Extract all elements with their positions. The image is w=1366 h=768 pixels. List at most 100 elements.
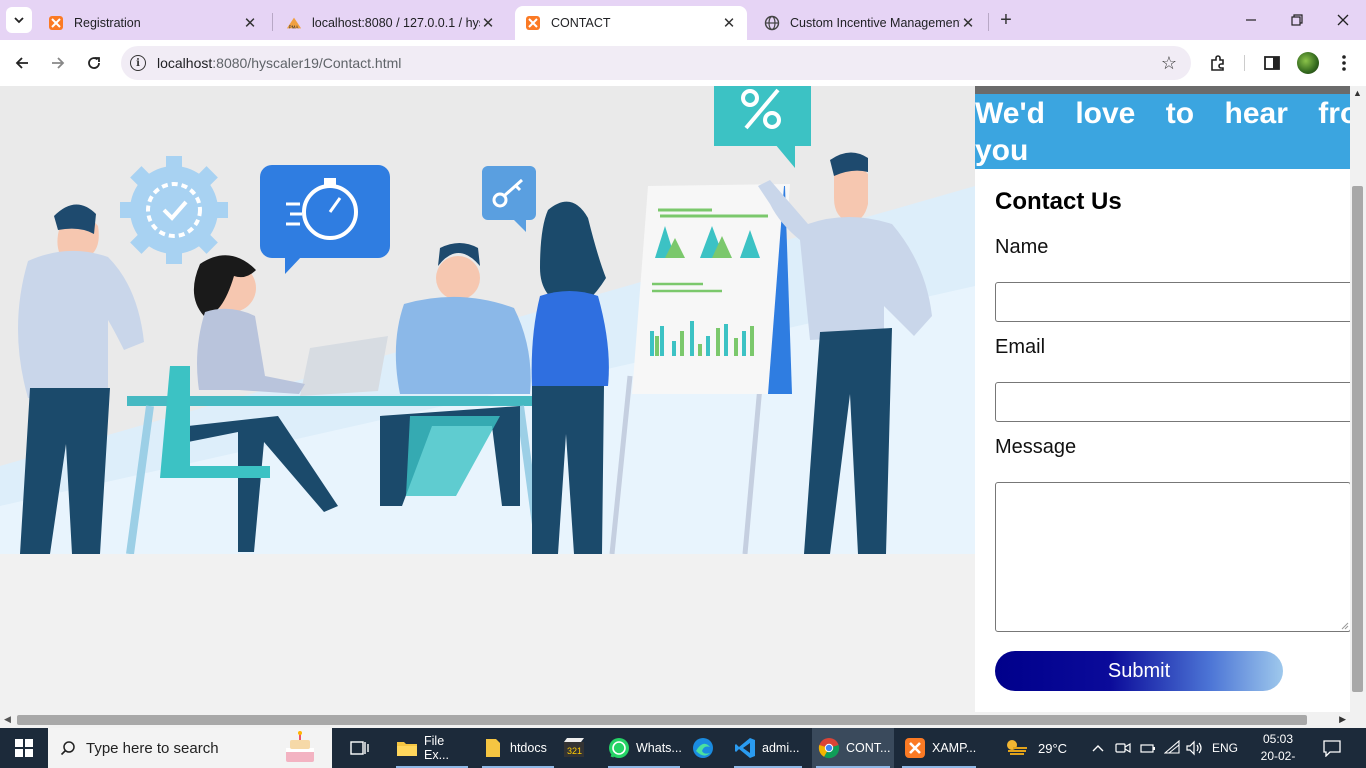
name-input[interactable] [995,282,1350,322]
volume-icon[interactable] [1186,728,1204,768]
tab-contact[interactable]: CONTACT ✕ [515,6,747,40]
close-icon[interactable]: ✕ [960,15,976,32]
language-indicator[interactable]: ENG [1212,728,1238,768]
tab-strip: Registration ✕ PMA localhost:8080 / 127.… [0,0,1366,40]
vscode-icon [734,737,756,759]
start-button[interactable] [0,728,48,768]
task-view-button[interactable] [346,728,374,768]
app-label: File Ex... [424,734,450,762]
app-label: htdocs [510,741,547,755]
tab-incentive[interactable]: Custom Incentive Management ✕ [754,6,986,40]
app-label: Whats... [636,741,682,755]
notifications-icon[interactable] [1322,728,1342,768]
extensions-icon[interactable] [1206,51,1230,75]
battery-icon[interactable] [1140,728,1156,768]
taskbar-app-file-explorer[interactable]: File Ex... [392,728,472,768]
menu-dots-icon[interactable] [1332,51,1356,75]
vertical-scrollbar[interactable]: ▲ [1350,86,1366,712]
banner-line-2: you [975,134,1029,167]
message-label: Message [995,436,1077,458]
xampp-icon [904,737,926,759]
windows-taskbar: Type here to search File Ex... htdocs 32… [0,728,1366,768]
clock-date: 20-02-2024 [1260,749,1296,768]
side-panel-icon[interactable] [1260,51,1284,75]
submit-button[interactable]: Submit [995,651,1283,691]
minimize-icon [1246,19,1256,21]
tab-search-button[interactable] [6,7,32,33]
scrollbar-thumb[interactable] [17,715,1307,725]
chevron-down-icon [14,17,24,24]
site-info-icon[interactable]: i [130,55,146,71]
tab-registration[interactable]: Registration ✕ [38,6,268,40]
phpmyadmin-icon: PMA [286,15,302,31]
taskbar-app-edge[interactable] [692,728,720,768]
close-icon[interactable]: ✕ [242,15,258,32]
back-button[interactable] [8,49,36,77]
close-window-button[interactable] [1320,0,1366,40]
birthday-cake-icon[interactable] [280,730,320,766]
scrollbar-thumb[interactable] [1352,186,1363,692]
system-tray-chevron[interactable] [1092,728,1104,768]
banner-word: We'd [975,97,1045,130]
stopwatch-bubble-icon [260,165,390,274]
tab-phpmyadmin[interactable]: PMA localhost:8080 / 127.0.0.1 / hyscale… [276,6,506,40]
taskbar-clock[interactable]: 05:03 20-02-2024 [1248,731,1308,768]
page-viewport: We'd love to hear from you Contact Us Na… [0,86,1350,712]
profile-avatar[interactable] [1297,52,1319,74]
taskbar-app-xampp[interactable]: XAMP... [898,728,980,768]
whatsapp-icon [608,737,630,759]
file-explorer-icon [396,737,418,759]
message-textarea[interactable] [995,482,1350,632]
windows-logo-icon [15,739,33,757]
banner-word: from [1318,97,1350,130]
arrow-left-icon [15,57,28,69]
scroll-up-arrow-icon[interactable]: ▲ [1353,88,1362,98]
meet-now-icon[interactable] [1115,728,1131,768]
taskbar-app-whatsapp[interactable]: Whats... [604,728,684,768]
person-sitting-man [380,243,531,506]
weather-widget[interactable]: 29°C [1004,728,1067,768]
reload-button[interactable] [80,49,108,77]
new-tab-button[interactable]: + [994,9,1018,31]
xampp-icon [48,15,64,31]
scroll-left-arrow-icon[interactable]: ◀ [4,714,11,725]
toolbar-separator [1244,55,1245,71]
scroll-right-arrow-icon[interactable]: ▶ [1339,714,1346,725]
close-icon[interactable]: ✕ [721,15,737,32]
taskbar-app-chrome[interactable]: CONT... [812,728,894,768]
app-label: admi... [762,741,800,755]
app-label: CONT... [846,741,891,755]
hero-banner: We'd love to hear from you [975,94,1350,169]
forward-button[interactable] [44,49,72,77]
resize-grip-icon[interactable] [1341,622,1349,630]
close-icon[interactable]: ✕ [480,15,496,32]
banner-word: hear [1224,97,1288,130]
weather-temp: 29°C [1038,740,1068,756]
wifi-icon[interactable] [1164,728,1180,768]
clock-time: 05:03 [1262,732,1294,746]
contact-heading: Contact Us [995,188,1122,215]
task-view-icon [350,741,369,755]
bookmark-star-icon[interactable]: ☆ [1161,53,1177,74]
arrow-right-icon [52,57,65,69]
banner-line-1: We'd love to hear from [975,95,1350,132]
email-input[interactable] [995,382,1350,422]
taskbar-search-box[interactable]: Type here to search [48,728,332,768]
tab-title: CONTACT [551,16,611,30]
folder-icon [482,737,504,759]
weather-icon [1004,737,1028,760]
taskbar-app-htdocs[interactable]: htdocs [478,728,558,768]
horizontal-scrollbar[interactable]: ◀ ▶ [0,712,1350,728]
search-placeholder: Type here to search [86,739,219,757]
email-label: Email [995,336,1046,358]
address-bar[interactable]: i localhost:8080/hyscaler19/Contact.html… [121,46,1191,80]
gear-icon [120,156,228,264]
minimize-button[interactable] [1228,0,1274,40]
restore-button[interactable] [1274,0,1320,40]
search-icon [60,741,75,756]
taskbar-app-video-editor[interactable]: 321 [562,728,592,768]
key-bubble-icon [482,166,536,232]
contact-panel: We'd love to hear from you Contact Us Na… [975,86,1350,712]
taskbar-app-vscode[interactable]: admi... [730,728,806,768]
reload-icon [88,57,100,69]
